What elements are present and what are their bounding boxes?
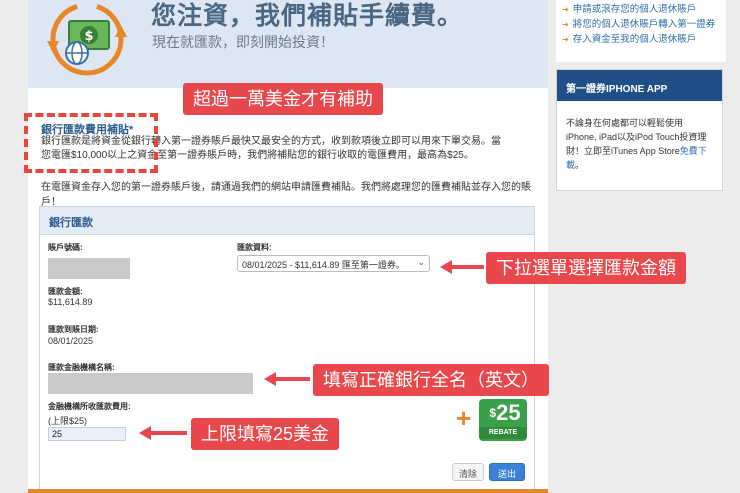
account-number-redacted — [48, 258, 130, 279]
wire-info-select[interactable]: 08/01/2025 - $11,614.89 匯至第一證券。 ⌄ — [237, 255, 430, 272]
arrow-left-icon — [440, 260, 484, 274]
app-box-body: 不論身在何處都可以輕鬆使用iPhone, iPad以及iPod Touch投資理… — [566, 118, 707, 170]
svg-text:$: $ — [84, 29, 93, 44]
arrow-right-icon: ➜ — [562, 20, 569, 29]
wire-info-selected: 08/01/2025 - $11,614.89 匯至第一證券。 — [242, 260, 405, 270]
bank-name-input[interactable] — [48, 373, 253, 394]
date-value: 08/01/2025 — [48, 336, 94, 346]
account-number-label: 賬戶號碼: — [48, 243, 83, 252]
bank-name-label: 匯款金融機構名稱: — [48, 363, 115, 372]
amount-value: $11,614.89 — [48, 297, 93, 307]
rebate-label: REBATE — [479, 427, 527, 439]
wire-info-label: 匯款資料: — [237, 243, 272, 252]
highlight-dashed-box — [24, 113, 158, 173]
form-header: 銀行匯款 — [40, 207, 534, 235]
sidebar-link[interactable]: ➜ 申請或滾存您的個人退休賬戶 — [562, 2, 720, 17]
sidebar-links: ➜ 申請或滾存您的個人退休賬戶 ➜ 將您的個人退休賬戶轉入第一證券 ➜ 存入資金至我的… — [556, 0, 726, 62]
hero-banner: $ 您注資，我們補貼手續費。 現在就匯款，即刻開始投資！ — [28, 0, 548, 88]
hero-subtitle: 現在就匯款，即刻開始投資！ — [152, 34, 334, 50]
callout-over-10k: 超過一萬美金才有補助 — [183, 83, 383, 115]
fee-section-note: 在電匯資金存入您的第一證券賬戶後，請通過我們的網站申請匯費補貼。我們將處理您的匯… — [41, 182, 531, 208]
clear-button[interactable]: 清除 — [452, 463, 484, 481]
arrow-left-icon — [264, 372, 310, 386]
amount-label: 匯款金額: — [48, 287, 83, 296]
chevron-down-icon: ⌄ — [417, 257, 425, 267]
hero-title: 您注資，我們補貼手續費。 — [151, 2, 464, 30]
callout-bank-name: 填寫正確銀行全名（英文） — [313, 364, 549, 396]
rebate-badge: $25 REBATE — [479, 399, 527, 441]
app-box-title: 第一證券IPHONE APP — [557, 70, 722, 101]
callout-select-amount: 下拉選單選擇匯款金額 — [486, 252, 686, 284]
fee-hint: (上限$25) — [48, 416, 88, 426]
money-globe-icon: $ — [47, 2, 127, 76]
plus-icon: + — [456, 403, 472, 433]
arrow-left-icon — [139, 426, 187, 440]
date-label: 匯款到賬日期: — [48, 325, 99, 334]
arrow-right-icon: ➜ — [562, 35, 569, 44]
fee-input[interactable]: 25 — [48, 427, 126, 441]
sidebar-link[interactable]: ➜ 將您的個人退休賬戶轉入第一證券 — [562, 17, 720, 32]
bottom-accent-bar — [28, 489, 548, 493]
sidebar-link[interactable]: ➜ 存入資金至我的個人退休賬戶 — [562, 32, 720, 47]
rebate-amount: 25 — [496, 400, 521, 425]
fee-label: 金融機構所收匯款費用: — [48, 402, 131, 411]
arrow-right-icon: ➜ — [562, 5, 569, 14]
callout-fee-limit: 上限填寫25美金 — [191, 418, 340, 450]
iphone-app-box: 第一證券IPHONE APP 不論身在何處都可以輕鬆使用iPhone, iPad… — [556, 69, 723, 191]
submit-button[interactable]: 送出 — [489, 463, 525, 481]
